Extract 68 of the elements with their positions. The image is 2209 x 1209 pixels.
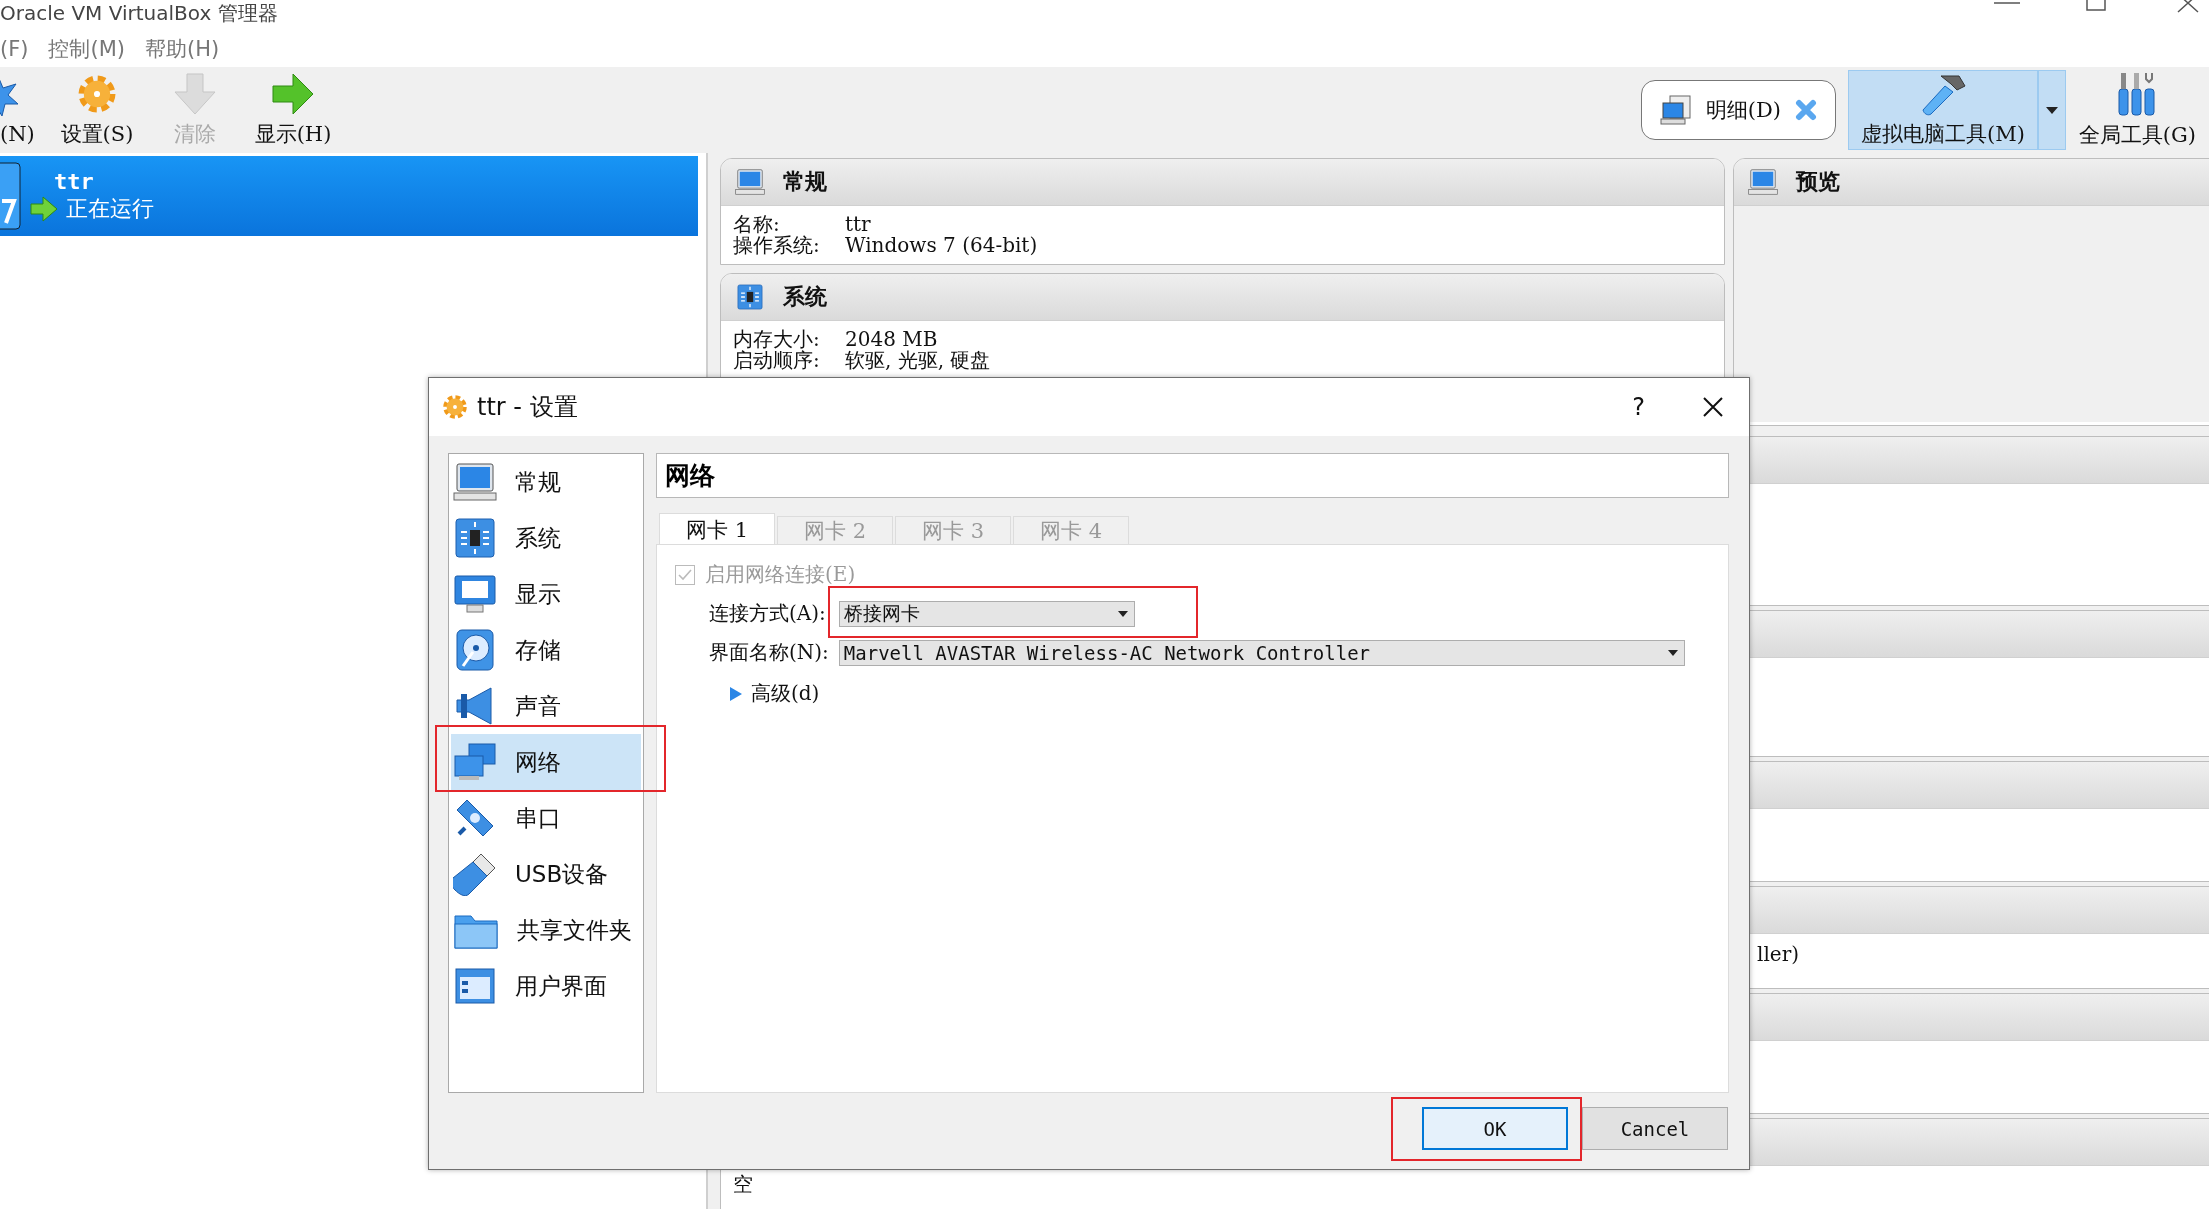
caret-icon	[1117, 610, 1128, 617]
toolbar-button[interactable]: 显示(H)	[244, 72, 342, 148]
checkbox-label: 启用网络连接(E)	[705, 561, 856, 588]
down-arrow-icon	[173, 72, 217, 116]
nav-item[interactable]: 系统	[451, 510, 641, 566]
monitor-icon	[1748, 168, 1778, 196]
network-icon	[453, 742, 497, 782]
nav-item[interactable]: 声音	[451, 678, 641, 734]
field-label: 操作系统:	[733, 235, 821, 256]
menu-item[interactable]: 帮助(H)	[145, 34, 220, 63]
tools-icon	[2117, 71, 2158, 117]
window-title: Oracle VM VirtualBox 管理器	[0, 0, 278, 27]
field-value: ttr	[845, 214, 871, 235]
toolbar-button[interactable]: (N)	[0, 74, 48, 146]
tools-button[interactable]: 虚拟电脑工具(M)	[1847, 70, 2038, 150]
field-value: 软驱, 光驱, 硬盘	[845, 350, 991, 371]
nav-item[interactable]: USB设备	[451, 846, 641, 902]
expand-icon	[729, 685, 743, 702]
running-icon	[30, 195, 58, 222]
nav-item[interactable]: 存储	[451, 622, 641, 678]
usb-icon	[453, 852, 497, 896]
field-label: 界面名称(N):	[709, 639, 829, 666]
help-button[interactable]: ?	[1632, 393, 1645, 421]
gear-icon	[441, 393, 469, 421]
details-icon	[1659, 95, 1692, 125]
menu-item[interactable]: (F)	[0, 36, 29, 61]
nav-item[interactable]: 用户界面	[451, 958, 641, 1014]
cancel-button[interactable]: Cancel	[1582, 1107, 1728, 1150]
section-title: 常规	[783, 167, 827, 196]
field-value: 2048 MB	[845, 329, 938, 350]
nav-item[interactable]: 共享文件夹	[451, 902, 641, 958]
caret-icon	[2044, 105, 2059, 115]
nav-item[interactable]: 常规	[451, 454, 641, 510]
section-text: 空	[733, 1172, 753, 1196]
field-label: 内存大小:	[733, 329, 821, 350]
field-value: Windows 7 (64-bit)	[845, 235, 1038, 256]
details-button[interactable]: 明细(D)	[1640, 80, 1836, 140]
close-icon[interactable]	[1701, 395, 1725, 419]
nav-item[interactable]: 显示	[451, 566, 641, 622]
monitor-icon	[453, 462, 497, 502]
field-label: 名称:	[733, 214, 780, 235]
tools-button[interactable]: 全局工具(G)	[2065, 70, 2209, 150]
advanced-toggle[interactable]: 高级(d)	[729, 680, 1728, 707]
ok-button[interactable]: OK	[1422, 1107, 1568, 1150]
chip-icon	[453, 516, 497, 560]
window-icon	[453, 966, 497, 1006]
caret-icon	[1667, 649, 1678, 656]
dialog-title: ttr - 设置	[477, 392, 578, 423]
page-title: 网络	[656, 453, 1729, 498]
dropdown-field[interactable]: Marvell AVASTAR Wireless-AC Network Controller	[838, 639, 1685, 666]
dropdown-field[interactable]: 桥接网卡	[838, 600, 1135, 627]
display-icon	[453, 574, 497, 614]
nav-item[interactable]: 串口	[451, 790, 641, 846]
right-arrow-icon	[271, 72, 315, 116]
field-label: 启动顺序:	[733, 350, 821, 371]
vm-list-item[interactable]: ttr 正在运行	[0, 156, 698, 236]
section-text: ller)	[1757, 942, 1799, 966]
menu-item[interactable]: 控制(M)	[48, 34, 125, 63]
toolbar-button[interactable]: 设置(S)	[48, 72, 146, 148]
nav-item[interactable]: 网络	[451, 734, 641, 790]
field-label: 连接方式(A):	[709, 600, 827, 627]
check-icon	[678, 568, 692, 581]
monitor-icon	[735, 168, 765, 196]
section-title: 预览	[1796, 167, 1840, 196]
vm-os-icon	[0, 161, 22, 231]
section-title: 系统	[783, 282, 827, 311]
chip-icon	[735, 283, 765, 311]
tab[interactable]: 网卡 1	[659, 513, 775, 545]
